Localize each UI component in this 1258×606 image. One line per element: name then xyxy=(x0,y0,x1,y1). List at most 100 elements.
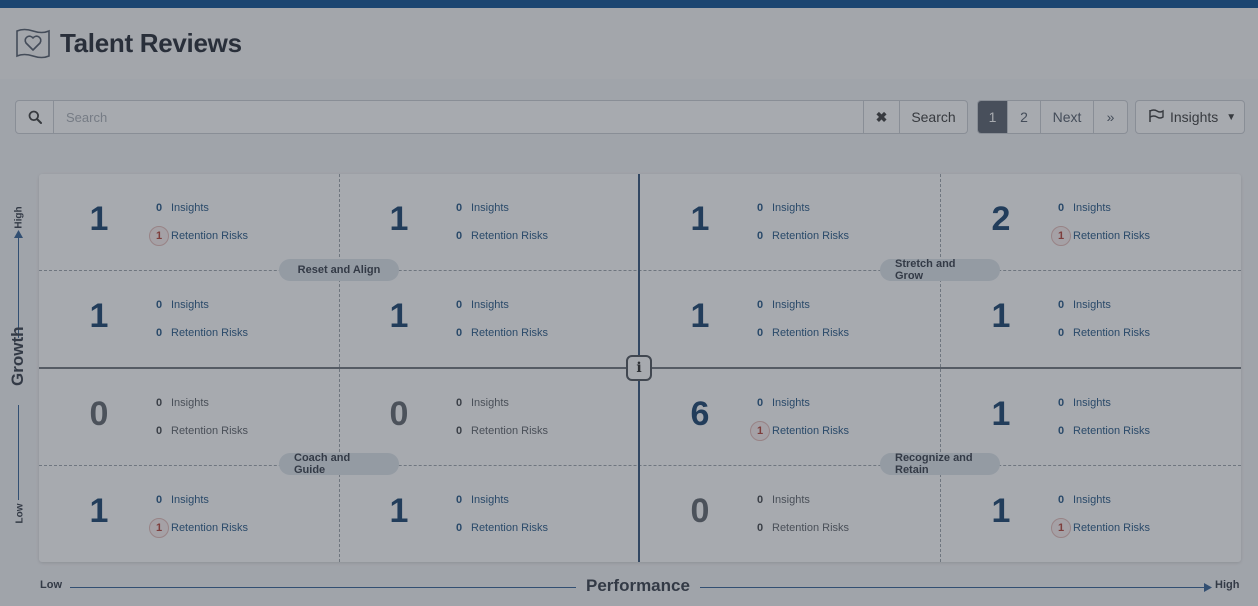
insights-row[interactable]: 0 Insights xyxy=(750,393,810,413)
grid-cell[interactable]: 1 0 Insights 0 Retention Risks xyxy=(339,174,639,270)
insights-row[interactable]: 0 Insights xyxy=(149,490,209,510)
grid-cell[interactable]: 1 0 Insights 1 Retention Risks xyxy=(39,466,339,562)
insights-dropdown[interactable]: Insights ▼ xyxy=(1135,100,1245,134)
employee-count[interactable]: 1 xyxy=(640,200,760,239)
retention-risks-row[interactable]: 0 Retention Risks xyxy=(149,323,248,343)
employee-count[interactable]: 2 xyxy=(941,200,1061,239)
grid-cell[interactable]: 0 0 Insights 0 Retention Risks xyxy=(640,466,940,562)
retention-risks-row[interactable]: 0 Retention Risks xyxy=(750,323,849,343)
page-2-button[interactable]: 2 xyxy=(1008,101,1041,133)
retention-risks-row[interactable]: 0 Retention Risks xyxy=(1051,323,1150,343)
insights-count: 0 xyxy=(155,299,163,311)
search-bar: ✖ Search xyxy=(15,100,968,134)
grid-cell[interactable]: 0 0 Insights 0 Retention Risks xyxy=(39,369,339,465)
insights-row[interactable]: 0 Insights xyxy=(750,295,810,315)
employee-count[interactable]: 1 xyxy=(640,297,760,336)
insights-row[interactable]: 0 Insights xyxy=(449,490,509,510)
retention-risks-row[interactable]: 0 Retention Risks xyxy=(149,421,248,441)
employee-count[interactable]: 1 xyxy=(39,492,159,531)
retention-risks-row[interactable]: 0 Retention Risks xyxy=(449,421,548,441)
employee-count[interactable]: 1 xyxy=(941,297,1061,336)
x-axis-title: Performance xyxy=(586,576,690,595)
quadrant-label-reset-and-align: Reset and Align xyxy=(279,259,399,281)
insights-label: Insights xyxy=(1073,299,1111,311)
grid-cell[interactable]: 1 0 Insights 0 Retention Risks xyxy=(339,271,639,367)
employee-count[interactable]: 1 xyxy=(39,200,159,239)
quadrant-label-coach-and-guide: Coach and Guide xyxy=(279,452,399,476)
retention-risks-row[interactable]: 1 Retention Risks xyxy=(149,226,248,246)
grid-cell[interactable]: 1 0 Insights 0 Retention Risks xyxy=(941,271,1241,367)
grid-cell[interactable]: 2 0 Insights 1 Retention Risks xyxy=(941,174,1241,270)
insights-count: 0 xyxy=(455,299,463,311)
employee-count[interactable]: 0 xyxy=(640,492,760,531)
page-1-button[interactable]: 1 xyxy=(978,101,1008,133)
retention-risks-count: 0 xyxy=(1057,425,1065,437)
grid-cell[interactable]: 1 0 Insights 0 Retention Risks xyxy=(941,369,1241,465)
retention-risks-row[interactable]: 0 Retention Risks xyxy=(750,226,849,246)
employee-count[interactable]: 1 xyxy=(941,395,1061,434)
retention-risks-label: Retention Risks xyxy=(471,230,549,242)
search-input[interactable] xyxy=(54,101,863,133)
insights-row[interactable]: 0 Insights xyxy=(1051,295,1111,315)
insights-count: 0 xyxy=(1057,299,1065,311)
insights-label: Insights xyxy=(772,494,810,506)
grid-cell[interactable]: 1 0 Insights 0 Retention Risks xyxy=(39,271,339,367)
insights-row[interactable]: 0 Insights xyxy=(1051,490,1111,510)
retention-risks-row[interactable]: 1 Retention Risks xyxy=(1051,518,1150,538)
insights-row[interactable]: 0 Insights xyxy=(1051,393,1111,413)
retention-risks-count: 0 xyxy=(155,425,163,437)
employee-count[interactable]: 0 xyxy=(39,395,159,434)
insights-row[interactable]: 0 Insights xyxy=(449,393,509,413)
grid-cell[interactable]: 1 0 Insights 0 Retention Risks xyxy=(339,466,639,562)
employee-count[interactable]: 1 xyxy=(941,492,1061,531)
employee-count[interactable]: 1 xyxy=(39,297,159,336)
retention-risks-row[interactable]: 0 Retention Risks xyxy=(449,226,548,246)
grid-cell[interactable]: 1 0 Insights 0 Retention Risks xyxy=(640,271,940,367)
insights-count: 0 xyxy=(1057,397,1065,409)
employee-count[interactable]: 0 xyxy=(339,395,459,434)
retention-risks-count: 0 xyxy=(756,230,764,242)
insights-count: 0 xyxy=(455,494,463,506)
insights-count: 0 xyxy=(155,397,163,409)
insights-label: Insights xyxy=(171,397,209,409)
retention-risks-row[interactable]: 1 Retention Risks xyxy=(750,421,849,441)
insights-row[interactable]: 0 Insights xyxy=(449,295,509,315)
insights-label: Insights xyxy=(471,202,509,214)
close-icon[interactable]: ✖ xyxy=(863,101,899,133)
search-button[interactable]: Search xyxy=(899,101,967,133)
retention-risks-row[interactable]: 0 Retention Risks xyxy=(1051,421,1150,441)
grid-cell[interactable]: 1 0 Insights 0 Retention Risks xyxy=(640,174,940,270)
retention-risks-label: Retention Risks xyxy=(171,522,249,534)
employee-count[interactable]: 1 xyxy=(339,200,459,239)
insights-row[interactable]: 0 Insights xyxy=(149,295,209,315)
x-axis-high-label: High xyxy=(1215,579,1240,591)
retention-risks-row[interactable]: 1 Retention Risks xyxy=(149,518,248,538)
insights-row[interactable]: 0 Insights xyxy=(750,198,810,218)
insights-row[interactable]: 0 Insights xyxy=(149,198,209,218)
last-page-button[interactable]: » xyxy=(1094,101,1127,133)
grid-cell[interactable]: 6 0 Insights 1 Retention Risks xyxy=(640,369,940,465)
insights-label: Insights xyxy=(171,299,209,311)
info-icon[interactable]: i xyxy=(626,355,652,381)
insights-row[interactable]: 0 Insights xyxy=(449,198,509,218)
grid-cell[interactable]: 1 0 Insights 1 Retention Risks xyxy=(941,466,1241,562)
retention-risks-label: Retention Risks xyxy=(171,327,249,339)
insights-row[interactable]: 0 Insights xyxy=(750,490,810,510)
insights-row[interactable]: 0 Insights xyxy=(149,393,209,413)
retention-risks-count: 1 xyxy=(149,518,169,538)
employee-count[interactable]: 1 xyxy=(339,492,459,531)
retention-risks-row[interactable]: 0 Retention Risks xyxy=(449,518,548,538)
grid-cell[interactable]: 1 0 Insights 1 Retention Risks xyxy=(39,174,339,270)
retention-risks-row[interactable]: 0 Retention Risks xyxy=(750,518,849,538)
retention-risks-count: 0 xyxy=(756,327,764,339)
retention-risks-row[interactable]: 0 Retention Risks xyxy=(449,323,548,343)
employee-count[interactable]: 1 xyxy=(339,297,459,336)
retention-risks-row[interactable]: 1 Retention Risks xyxy=(1051,226,1150,246)
next-page-button[interactable]: Next xyxy=(1041,101,1094,133)
insights-count: 0 xyxy=(1057,202,1065,214)
insights-row[interactable]: 0 Insights xyxy=(1051,198,1111,218)
search-icon[interactable] xyxy=(16,101,54,133)
grid-cell[interactable]: 0 0 Insights 0 Retention Risks xyxy=(339,369,639,465)
flag-icon xyxy=(1148,108,1164,126)
employee-count[interactable]: 6 xyxy=(640,395,760,434)
